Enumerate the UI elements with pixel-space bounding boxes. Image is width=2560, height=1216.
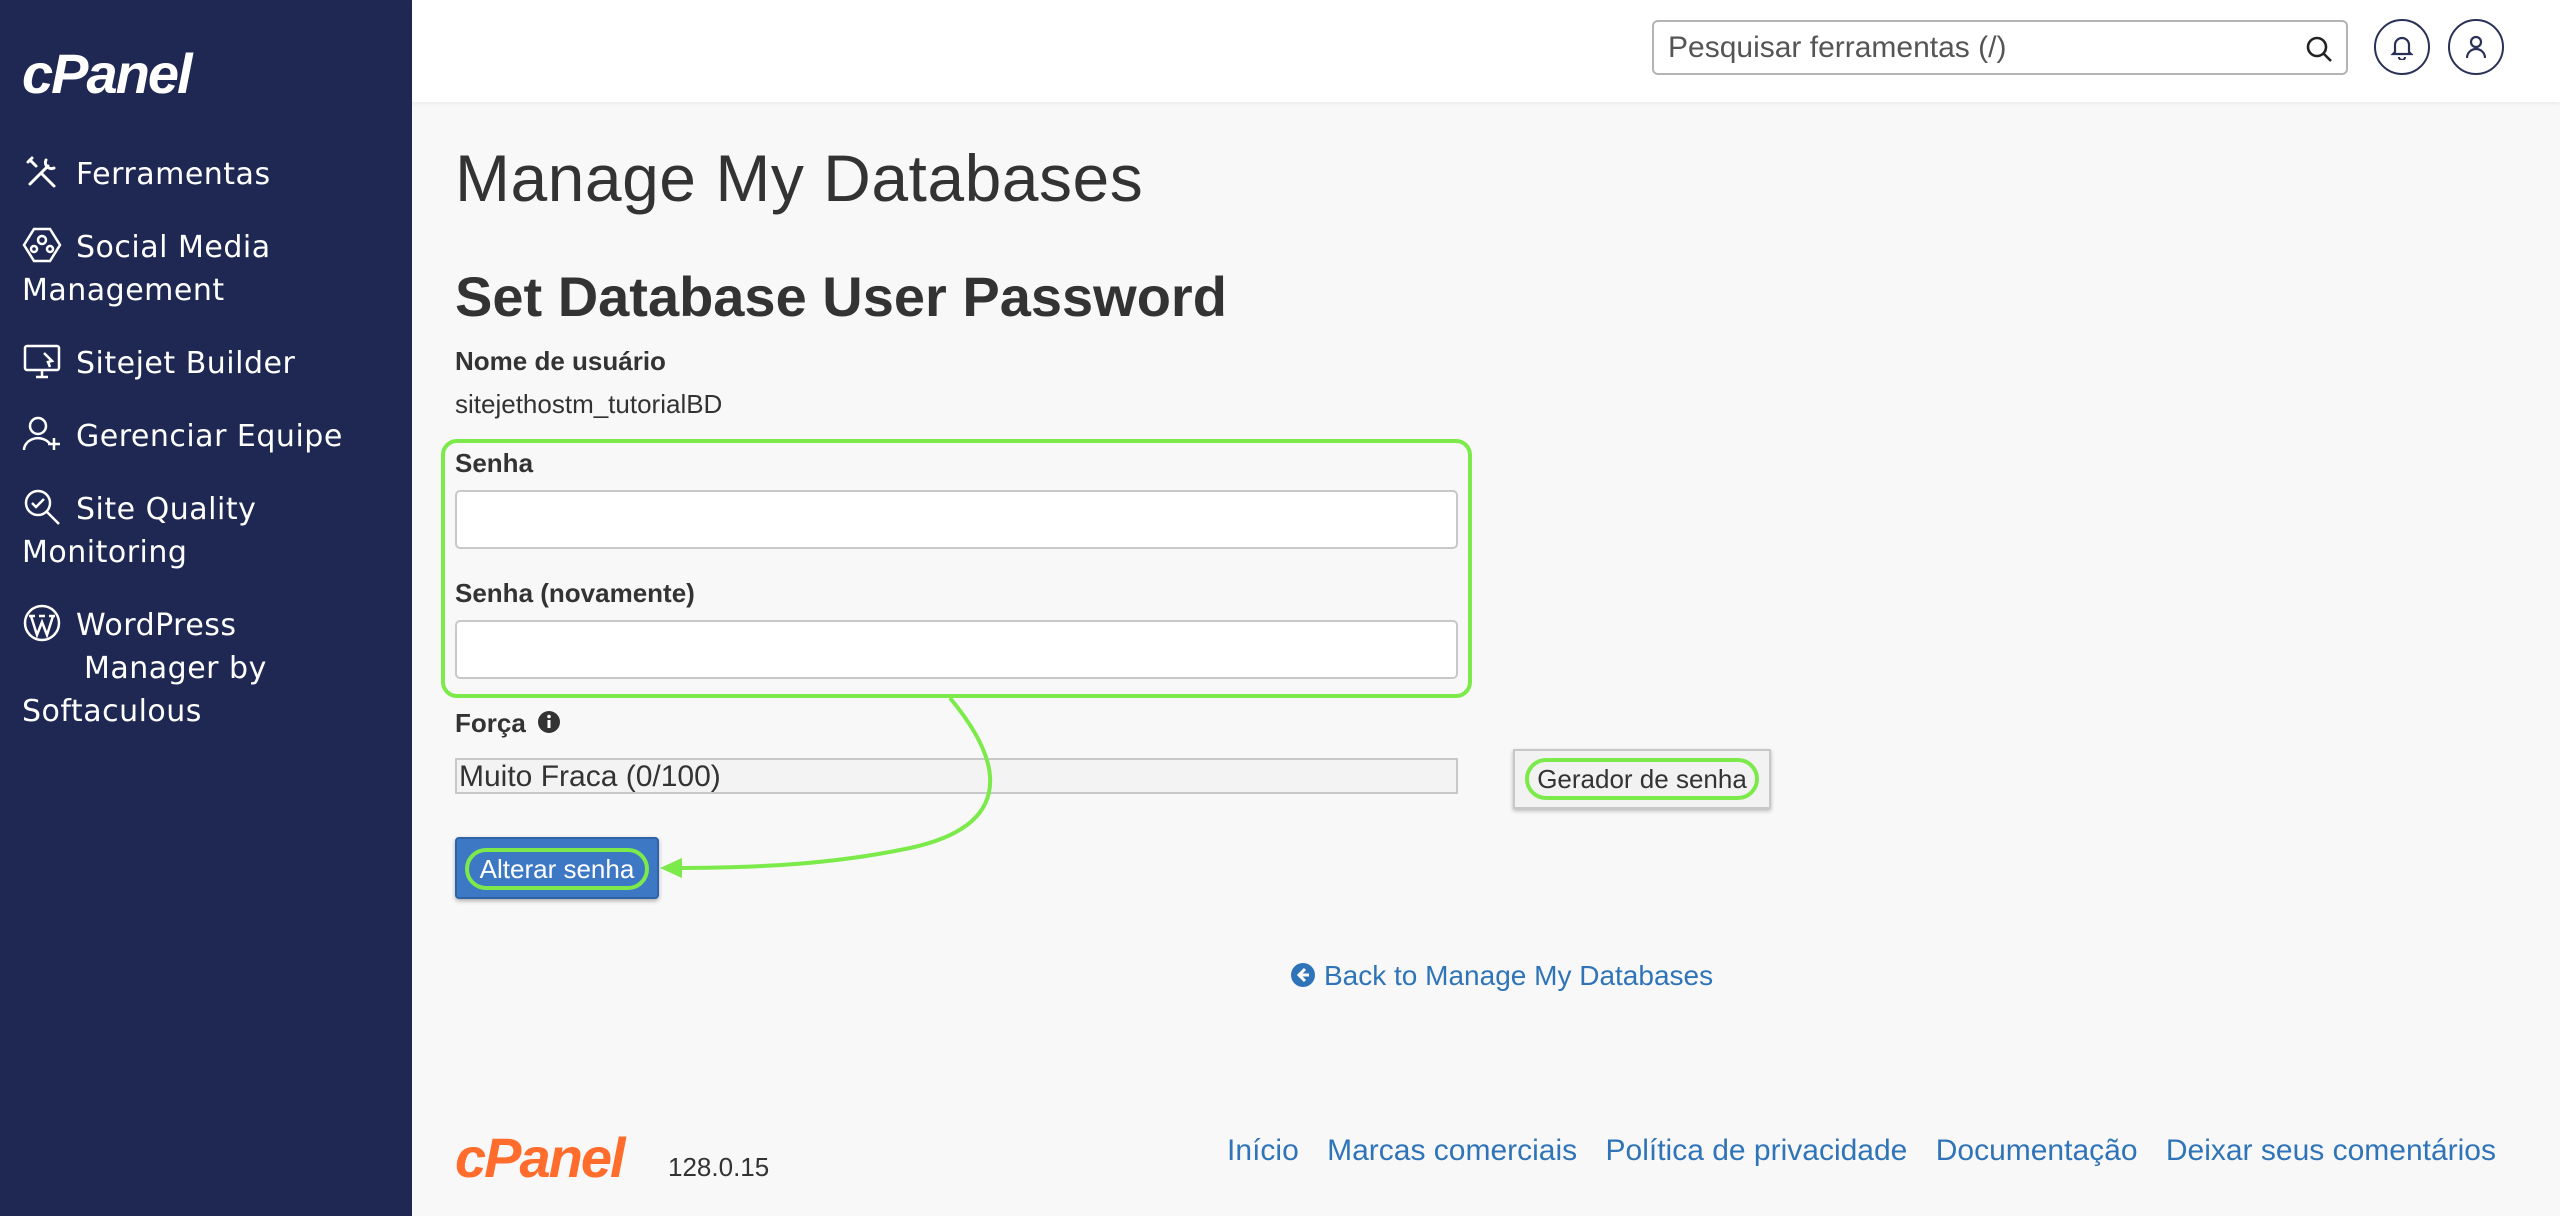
footer-links: Início Marcas comerciais Política de pri… — [1207, 1134, 2496, 1168]
password-generator-label: Gerador de senha — [1525, 758, 1759, 800]
user-plus-icon — [22, 414, 62, 454]
footer-link-inicio[interactable]: Início — [1227, 1134, 1299, 1167]
monitor-icon — [22, 341, 62, 381]
search-input[interactable] — [1668, 30, 2268, 66]
sidebar-item-label: Site Quality — [76, 492, 257, 527]
sidebar-item-label: Social Media — [76, 230, 271, 265]
password-field[interactable] — [455, 490, 1458, 549]
sidebar-item-label-2: Manager by — [84, 651, 267, 686]
footer-link-privacidade[interactable]: Política de privacidade — [1606, 1134, 1908, 1167]
strength-label-text: Força — [455, 708, 526, 738]
back-to-databases-link[interactable]: Back to Manage My Databases — [1290, 960, 1713, 992]
strength-label: Força — [455, 708, 561, 739]
bell-icon — [2390, 36, 2414, 60]
footer-link-comentarios[interactable]: Deixar seus comentários — [2166, 1134, 2496, 1167]
back-link-text: Back to Manage My Databases — [1324, 960, 1714, 991]
sidebar-item-social-media[interactable]: Social Media Management — [22, 225, 392, 312]
search-icon[interactable] — [2304, 34, 2334, 64]
sidebar-item-label: Sitejet Builder — [76, 346, 296, 381]
change-password-label: Alterar senha — [465, 848, 649, 890]
change-password-button[interactable]: Alterar senha — [455, 837, 659, 899]
password-strength-meter: Muito Fraca (0/100) — [455, 758, 1458, 794]
footer-link-marcas[interactable]: Marcas comerciais — [1327, 1134, 1577, 1167]
user-menu-button[interactable] — [2448, 19, 2504, 75]
wordpress-icon — [22, 603, 62, 643]
sidebar: cPanel Ferramentas Social Media Manageme… — [0, 0, 412, 1216]
sidebar-item-label-3: Softaculous — [22, 694, 202, 729]
version-number: 128.0.15 — [668, 1152, 770, 1182]
footer-cpanel-logo: cPanel — [455, 1126, 626, 1189]
search-box[interactable] — [1652, 20, 2348, 75]
sidebar-item-label: Gerenciar Equipe — [76, 419, 343, 454]
sidebar-item-gerenciar-equipe[interactable]: Gerenciar Equipe — [22, 414, 392, 458]
username-value: sitejethostm_tutorialBD — [455, 389, 723, 419]
magnifier-check-icon — [22, 487, 62, 527]
section-title: Set Database User Password — [455, 265, 1227, 328]
social-media-icon — [22, 225, 62, 265]
page-title: Manage My Databases — [455, 141, 1144, 215]
info-icon[interactable] — [537, 710, 561, 734]
password-again-label: Senha (novamente) — [455, 578, 695, 608]
strength-value: Muito Fraca (0/100) — [459, 760, 721, 793]
user-icon — [2465, 35, 2487, 59]
sidebar-item-wordpress[interactable]: WordPress Manager by Softaculous — [22, 603, 392, 733]
footer-link-documentacao[interactable]: Documentação — [1936, 1134, 2138, 1167]
tools-icon — [22, 152, 62, 192]
password-again-field[interactable] — [455, 620, 1458, 679]
cpanel-logo[interactable]: cPanel — [22, 46, 193, 102]
password-label: Senha — [455, 448, 534, 478]
sidebar-item-label-2: Management — [22, 273, 225, 308]
sidebar-nav: Ferramentas Social Media Management Site… — [22, 152, 392, 762]
sidebar-item-sitejet[interactable]: Sitejet Builder — [22, 341, 392, 385]
sidebar-item-ferramentas[interactable]: Ferramentas — [22, 152, 392, 196]
top-header — [412, 0, 2560, 102]
username-label: Nome de usuário — [455, 346, 666, 376]
sidebar-item-label: Ferramentas — [76, 157, 271, 192]
password-generator-button[interactable]: Gerador de senha — [1513, 749, 1771, 809]
sidebar-item-label: WordPress — [76, 608, 237, 643]
sidebar-item-site-quality[interactable]: Site Quality Monitoring — [22, 487, 392, 574]
sidebar-item-label-2: Monitoring — [22, 535, 188, 570]
notifications-button[interactable] — [2374, 19, 2430, 75]
arrow-left-circle-icon — [1290, 962, 1316, 988]
